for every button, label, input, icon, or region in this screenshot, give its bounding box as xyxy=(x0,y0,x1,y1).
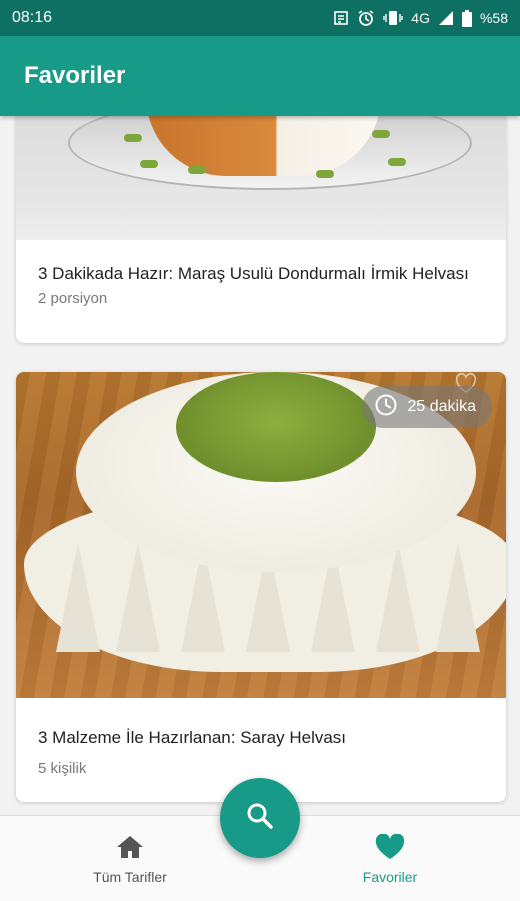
nav-all-recipes[interactable]: Tüm Tarifler xyxy=(55,834,205,885)
recipe-image[interactable] xyxy=(16,116,506,240)
garnish xyxy=(188,166,206,174)
recipe-title: 3 Dakikada Hazır: Maraş Usulü Dondurmalı… xyxy=(38,264,469,283)
network-type: 4G xyxy=(411,10,430,26)
search-button[interactable] xyxy=(220,778,300,858)
sim-icon xyxy=(333,10,349,26)
nav-favorites[interactable]: Favoriler xyxy=(315,833,465,885)
garnish xyxy=(316,170,334,178)
clock-icon xyxy=(374,393,398,422)
garnish xyxy=(388,158,406,166)
home-icon xyxy=(55,834,205,863)
helva-ridge xyxy=(56,542,100,652)
helva-ridge xyxy=(116,542,160,652)
recipe-servings: 2 porsiyon xyxy=(38,290,108,307)
signal-icon xyxy=(438,10,454,26)
garnish xyxy=(372,130,390,138)
pistachio-topping xyxy=(176,372,376,482)
status-time: 08:16 xyxy=(12,9,53,26)
helva-ridge xyxy=(436,542,480,652)
battery-icon xyxy=(461,9,472,27)
vibrate-icon xyxy=(383,10,403,26)
time-badge: 25 dakika xyxy=(361,386,492,428)
nav-all-label: Tüm Tarifler xyxy=(93,869,167,885)
garnish xyxy=(140,160,158,168)
recipe-image[interactable]: 25 dakika xyxy=(16,372,506,698)
helva-ridge xyxy=(376,542,420,652)
app-bar: Favoriler xyxy=(0,36,520,116)
recipe-card[interactable]: 3 Dakikada Hazır: Maraş Usulü Dondurmalı… xyxy=(16,116,506,343)
nav-fav-label: Favoriler xyxy=(362,869,418,885)
heart-icon xyxy=(315,833,465,863)
favorites-list[interactable]: 3 Dakikada Hazır: Maraş Usulü Dondurmalı… xyxy=(0,116,520,815)
status-icons: 4G %58 xyxy=(333,9,508,27)
cook-time: 25 dakika xyxy=(407,398,477,415)
alarm-icon xyxy=(357,9,375,27)
status-bar: 08:16 4G %58 xyxy=(0,0,520,36)
recipe-servings: 5 kişilik xyxy=(38,760,87,777)
recipe-card[interactable]: 25 dakika 3 Malzeme İle Hazırlanan: Sara… xyxy=(16,372,506,802)
search-icon xyxy=(245,801,275,836)
battery-level: %58 xyxy=(479,10,508,26)
garnish xyxy=(124,134,142,142)
page-title: Favoriler xyxy=(24,62,126,89)
recipe-title: 3 Malzeme İle Hazırlanan: Saray Helvası xyxy=(38,728,347,747)
